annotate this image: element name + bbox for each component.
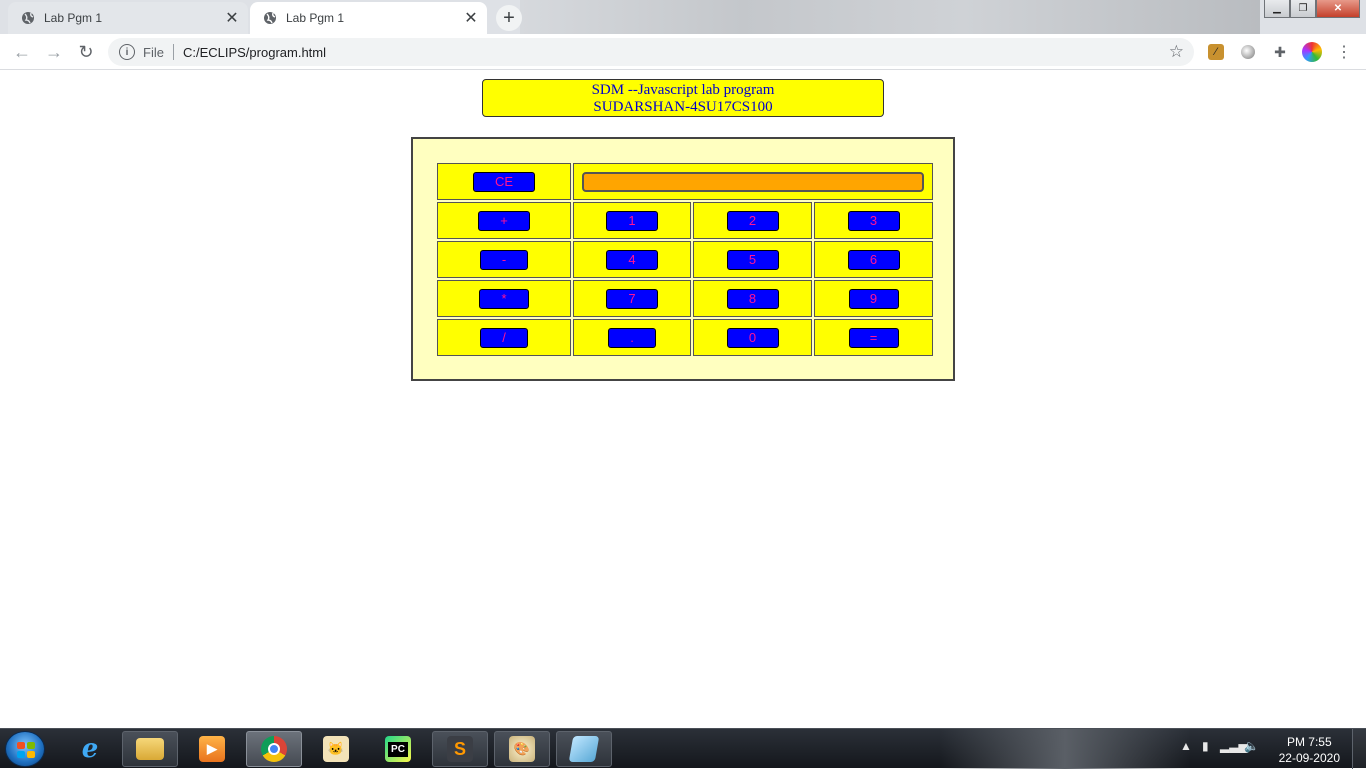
close-tab-icon[interactable]: ✕: [461, 8, 481, 28]
bookmark-star-icon[interactable]: ☆: [1169, 42, 1184, 62]
extension-icon[interactable]: ⁄: [1206, 42, 1226, 62]
profile-avatar-icon[interactable]: [1302, 42, 1322, 62]
tab-strip: Lab Pgm 1 ✕ Lab Pgm 1 ✕ + ▁ ❐ ✕: [0, 0, 1366, 34]
digit-5-button[interactable]: 5: [726, 249, 779, 270]
equals-button[interactable]: =: [848, 327, 899, 348]
digit-8-button[interactable]: 8: [726, 288, 779, 309]
taskbar: e ▶ 🐱 PC S 🎨 ▲ ▮ ▂▃▅ 🔈 PM 7:55 22-09-202…: [0, 728, 1366, 769]
header-line-1: SDM --Javascript lab program: [591, 82, 775, 98]
tab-title: Lab Pgm 1: [44, 11, 103, 25]
calc-cell: *: [437, 280, 571, 317]
clear-button[interactable]: CE: [473, 171, 535, 192]
header-line-2: SUDARSHAN-4SU17CS100: [593, 99, 773, 115]
browser-toolbar: ← → ↻ i File C:/ECLIPS/program.html ☆ ⁄ …: [0, 34, 1366, 70]
record-extension-icon[interactable]: [1238, 42, 1258, 62]
battery-icon[interactable]: ▮: [1202, 739, 1209, 753]
address-separator: [172, 44, 174, 60]
close-tab-icon[interactable]: ✕: [222, 8, 242, 28]
page-header: SDM --Javascript lab program SUDARSHAN-4…: [482, 79, 884, 117]
calc-cell: 8: [693, 280, 812, 317]
calc-cell: 2: [693, 202, 812, 239]
menu-dots-icon[interactable]: ⋮: [1334, 42, 1354, 62]
chrome-icon[interactable]: [246, 731, 302, 767]
digit-6-button[interactable]: 6: [847, 249, 900, 270]
close-icon[interactable]: ✕: [1316, 0, 1360, 18]
digit-9-button[interactable]: 9: [848, 288, 899, 309]
digit-0-button[interactable]: 0: [726, 327, 779, 348]
calc-cell: 1: [573, 202, 691, 239]
subtract-button[interactable]: -: [480, 249, 528, 270]
windows-logo-icon: [17, 742, 35, 758]
calculator-display[interactable]: [582, 171, 924, 192]
tomcat-icon[interactable]: 🐱: [308, 731, 364, 767]
volume-icon[interactable]: 🔈: [1244, 739, 1259, 753]
show-hidden-icons-icon[interactable]: ▲: [1180, 739, 1192, 753]
calc-cell: 6: [814, 241, 933, 278]
address-url[interactable]: C:/ECLIPS/program.html: [183, 45, 326, 60]
add-button[interactable]: +: [478, 210, 530, 231]
file-explorer-icon[interactable]: [122, 731, 178, 767]
calc-cell: CE: [437, 163, 571, 200]
digit-7-button[interactable]: 7: [606, 288, 658, 309]
calc-cell: 9: [814, 280, 933, 317]
clock-time: PM 7:55: [1286, 735, 1332, 749]
digit-2-button[interactable]: 2: [726, 210, 779, 231]
tab-lab-pgm-1-inactive[interactable]: Lab Pgm 1 ✕: [8, 2, 248, 34]
minimize-icon[interactable]: ▁: [1264, 0, 1290, 18]
calc-cell: .: [573, 319, 691, 356]
calc-cell: 7: [573, 280, 691, 317]
calc-cell: -: [437, 241, 571, 278]
tab-title: Lab Pgm 1: [286, 11, 345, 25]
tab-lab-pgm-1-active[interactable]: Lab Pgm 1 ✕: [250, 2, 487, 34]
forward-arrow-icon[interactable]: →: [42, 40, 66, 64]
restore-icon[interactable]: ❐: [1290, 0, 1316, 18]
new-tab-button[interactable]: +: [496, 5, 522, 31]
calculator-panel: CE + 1 2 3 - 4 5 6 * 7 8 9 / . 0 =: [411, 137, 955, 381]
calculator-table: CE + 1 2 3 - 4 5 6 * 7 8 9 / . 0 =: [435, 161, 935, 358]
start-button[interactable]: [5, 731, 45, 767]
puzzle-extensions-icon[interactable]: ✚: [1270, 42, 1290, 62]
calc-cell: 4: [573, 241, 691, 278]
display-cell: [573, 163, 933, 200]
calc-cell: /: [437, 319, 571, 356]
pycharm-icon[interactable]: PC: [370, 731, 426, 767]
taskbar-glare: [940, 729, 1190, 769]
tab-strip-background: [520, 0, 1260, 34]
calc-cell: +: [437, 202, 571, 239]
divide-button[interactable]: /: [480, 327, 528, 348]
internet-explorer-icon[interactable]: e: [62, 731, 118, 767]
calc-cell: 5: [693, 241, 812, 278]
digit-1-button[interactable]: 1: [606, 210, 658, 231]
clock[interactable]: PM 7:55 22-09-2020: [1279, 734, 1340, 766]
globe-icon: [262, 10, 278, 26]
back-arrow-icon[interactable]: ←: [10, 40, 34, 64]
decimal-point-button[interactable]: .: [608, 327, 656, 348]
notepad-icon[interactable]: [556, 731, 612, 767]
address-bar[interactable]: i File C:/ECLIPS/program.html ☆: [108, 38, 1194, 66]
scheme-label: File: [143, 44, 164, 60]
digit-4-button[interactable]: 4: [606, 249, 658, 270]
calc-cell: 0: [693, 319, 812, 356]
multiply-button[interactable]: *: [479, 288, 529, 309]
system-tray: ▲ ▮ ▂▃▅ 🔈 PM 7:55 22-09-2020: [1166, 729, 1366, 769]
info-icon[interactable]: i: [119, 44, 135, 60]
paint-icon[interactable]: 🎨: [494, 731, 550, 767]
sublime-text-icon[interactable]: S: [432, 731, 488, 767]
digit-3-button[interactable]: 3: [847, 210, 900, 231]
clock-date: 22-09-2020: [1278, 751, 1340, 765]
window-controls: ▁ ❐ ✕: [1264, 0, 1360, 18]
globe-icon: [20, 10, 36, 26]
calc-cell: =: [814, 319, 933, 356]
reload-icon[interactable]: ↻: [74, 40, 98, 64]
media-player-icon[interactable]: ▶: [184, 731, 240, 767]
calc-cell: 3: [814, 202, 933, 239]
show-desktop-button[interactable]: [1352, 729, 1366, 769]
